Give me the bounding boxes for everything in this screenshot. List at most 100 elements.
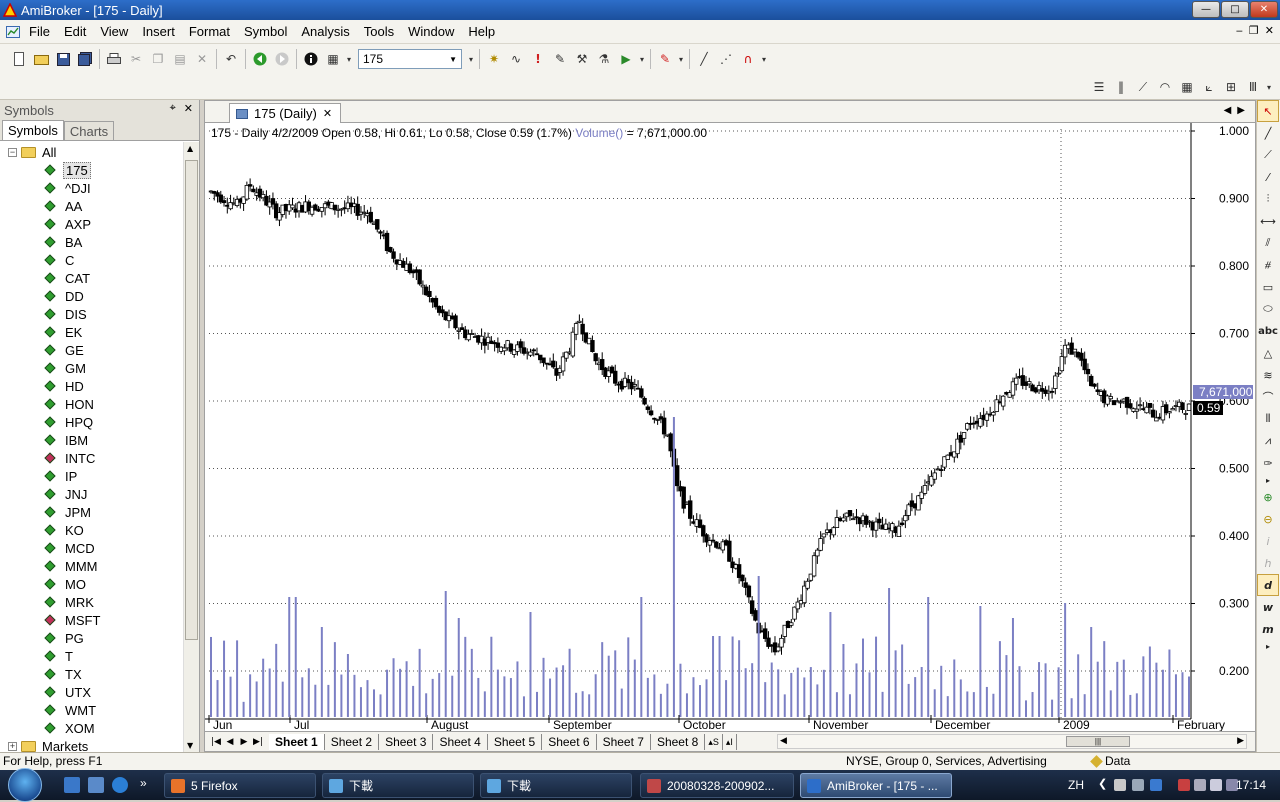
layers-icon[interactable]: ⊞ — [1220, 76, 1242, 98]
symbol-item[interactable]: UTX — [0, 683, 184, 701]
zoom-in-icon[interactable]: ⊕ — [1257, 486, 1279, 508]
symbol-item[interactable]: BA — [0, 233, 184, 251]
menu-edit[interactable]: Edit — [57, 24, 93, 39]
close-icon[interactable]: ✕ — [184, 102, 193, 115]
forward-icon[interactable] — [271, 48, 293, 70]
close-button[interactable]: ✕ — [1250, 1, 1278, 18]
optimize-icon[interactable]: ⚗ — [593, 48, 615, 70]
symbol-item[interactable]: C — [0, 251, 184, 269]
tray-shield-icon[interactable] — [1150, 779, 1162, 791]
switch-windows-icon[interactable] — [88, 777, 104, 793]
quicklaunch-more-icon[interactable]: » — [140, 776, 147, 790]
mdi-close-button[interactable]: ✕ — [1265, 24, 1274, 37]
horizontal-line-icon[interactable]: ⟷ — [1257, 210, 1279, 232]
menu-symbol[interactable]: Symbol — [237, 24, 294, 39]
delete-icon[interactable]: ✕ — [191, 48, 213, 70]
first-sheet-icon[interactable]: |◀ — [209, 737, 223, 747]
toolbar-options-icon[interactable]: ▾ — [466, 48, 476, 70]
sheet-tab-7[interactable]: Sheet 7 — [597, 733, 651, 750]
menu-insert[interactable]: Insert — [135, 24, 182, 39]
interval-monthly-icon[interactable]: m — [1257, 618, 1279, 640]
maximize-button[interactable]: □ — [1221, 1, 1249, 18]
fan-icon[interactable]: ⟀ — [1198, 76, 1220, 98]
pin-icon[interactable]: ⌖ — [170, 102, 176, 115]
open-folder-icon[interactable] — [30, 48, 52, 70]
symbol-item[interactable]: ^DJI — [0, 179, 184, 197]
zoom-out-icon[interactable]: ⊖ — [1257, 508, 1279, 530]
magnet-icon[interactable]: ∩ — [737, 48, 759, 70]
channel-icon[interactable]: ⧣ — [1257, 254, 1279, 276]
symbol-item[interactable]: HON — [0, 395, 184, 413]
symbol-item[interactable]: EK — [0, 323, 184, 341]
toolbar-options-icon[interactable]: ▾ — [637, 48, 647, 70]
mdi-minimize-button[interactable]: ‒ — [1236, 24, 1243, 37]
interval-daily-icon[interactable]: d — [1257, 574, 1279, 596]
chart-horizontal-scrollbar[interactable]: ◀ ||| ▶ — [777, 734, 1247, 749]
collapse-icon[interactable]: − — [8, 147, 17, 157]
prev-tab-icon[interactable]: ◀ — [1224, 105, 1232, 116]
toolbar-options-icon[interactable]: ▾ — [344, 48, 354, 70]
scrollbar-thumb[interactable]: ||| — [1066, 736, 1130, 747]
scrollbar-thumb[interactable] — [185, 160, 198, 640]
interval-weekly-icon[interactable]: w — [1257, 596, 1279, 618]
scroll-up-icon[interactable]: ▲ — [187, 144, 193, 153]
sheet-tab-4[interactable]: Sheet 4 — [433, 733, 488, 750]
symbol-item[interactable]: MSFT — [0, 611, 184, 629]
dotted-line-icon[interactable]: ⋰ — [715, 48, 737, 70]
sheet-tab-8[interactable]: Sheet 8 — [651, 733, 706, 750]
parallel-lines-icon[interactable]: ⫽ — [1257, 232, 1279, 254]
triangle-icon[interactable]: △ — [1257, 342, 1279, 364]
symbol-item[interactable]: GE — [0, 341, 184, 359]
tray-alert-icon[interactable] — [1178, 779, 1190, 791]
copy-icon[interactable]: ❐ — [147, 48, 169, 70]
gauge-icon[interactable]: ◠ — [1154, 76, 1176, 98]
sheet-tab-6[interactable]: Sheet 6 — [542, 733, 597, 750]
close-tab-icon[interactable]: ✕ — [323, 107, 332, 120]
interval-h-icon[interactable]: h — [1257, 552, 1279, 574]
internet-explorer-icon[interactable] — [112, 777, 128, 793]
formula-editor-icon[interactable]: ✎ — [549, 48, 571, 70]
symbol-item[interactable]: WMT — [0, 701, 184, 719]
taskbar-button[interactable]: 20080328-200902... — [640, 773, 794, 798]
tree-folder-markets[interactable]: + Markets — [0, 737, 184, 752]
symbol-item[interactable]: IBM — [0, 431, 184, 449]
symbol-item[interactable]: MO — [0, 575, 184, 593]
symbol-item[interactable]: PG — [0, 629, 184, 647]
taskbar-button[interactable]: 5 Firefox — [164, 773, 316, 798]
symbol-item[interactable]: T — [0, 647, 184, 665]
vertical-line-icon[interactable]: ⫶ — [1257, 188, 1279, 210]
price-chart[interactable]: 1.000 0.900 0.800 0.700 0.600 0.500 0.400 0.300… — [205, 123, 1255, 733]
menu-tools[interactable]: Tools — [357, 24, 401, 39]
chevron-down-icon[interactable]: ▾ — [676, 48, 686, 70]
next-sheet-icon[interactable]: ▶ — [237, 737, 251, 747]
symbol-item[interactable]: JPM — [0, 503, 184, 521]
mdi-restore-button[interactable]: ❐ — [1249, 24, 1259, 37]
cut-icon[interactable]: ✂ — [125, 48, 147, 70]
sheet-tab-3[interactable]: Sheet 3 — [379, 733, 434, 750]
menu-format[interactable]: Format — [182, 24, 237, 39]
symbol-item[interactable]: DD — [0, 287, 184, 305]
pen-icon[interactable]: ✑ — [1257, 452, 1279, 474]
status-data[interactable]: Data — [1090, 754, 1130, 768]
scroll-down-icon[interactable]: ▼ — [187, 741, 193, 750]
more-tools-icon[interactable]: ▸ — [1257, 640, 1279, 652]
draw-mode-icon[interactable]: ⟋ — [1132, 76, 1154, 98]
tray-expand-icon[interactable]: ❮ — [1098, 777, 1107, 790]
print-icon[interactable] — [103, 48, 125, 70]
network-icon[interactable] — [1194, 779, 1206, 791]
symbol-item[interactable]: JNJ — [0, 485, 184, 503]
grid-icon[interactable]: ▦ — [1176, 76, 1198, 98]
menu-analysis[interactable]: Analysis — [294, 24, 356, 39]
symbol-item[interactable]: XOM — [0, 719, 184, 737]
extended-line-icon[interactable]: ⁄ — [1257, 166, 1279, 188]
automatic-analysis-icon[interactable]: ✷ — [483, 48, 505, 70]
fibonacci-icon[interactable]: ≋ — [1257, 364, 1279, 386]
polyline-icon[interactable]: ⩘ — [1257, 430, 1279, 452]
tray-device-icon[interactable] — [1132, 779, 1144, 791]
symbol-item[interactable]: HPQ — [0, 413, 184, 431]
solid-line-icon[interactable]: ╱ — [693, 48, 715, 70]
sheet-tab-1[interactable]: Sheet 1 — [269, 733, 325, 750]
menu-help[interactable]: Help — [461, 24, 502, 39]
symbol-tree-scrollbar[interactable]: ▲ ▼ — [183, 142, 199, 752]
symbol-combobox[interactable]: 175 ▼ — [358, 49, 462, 69]
